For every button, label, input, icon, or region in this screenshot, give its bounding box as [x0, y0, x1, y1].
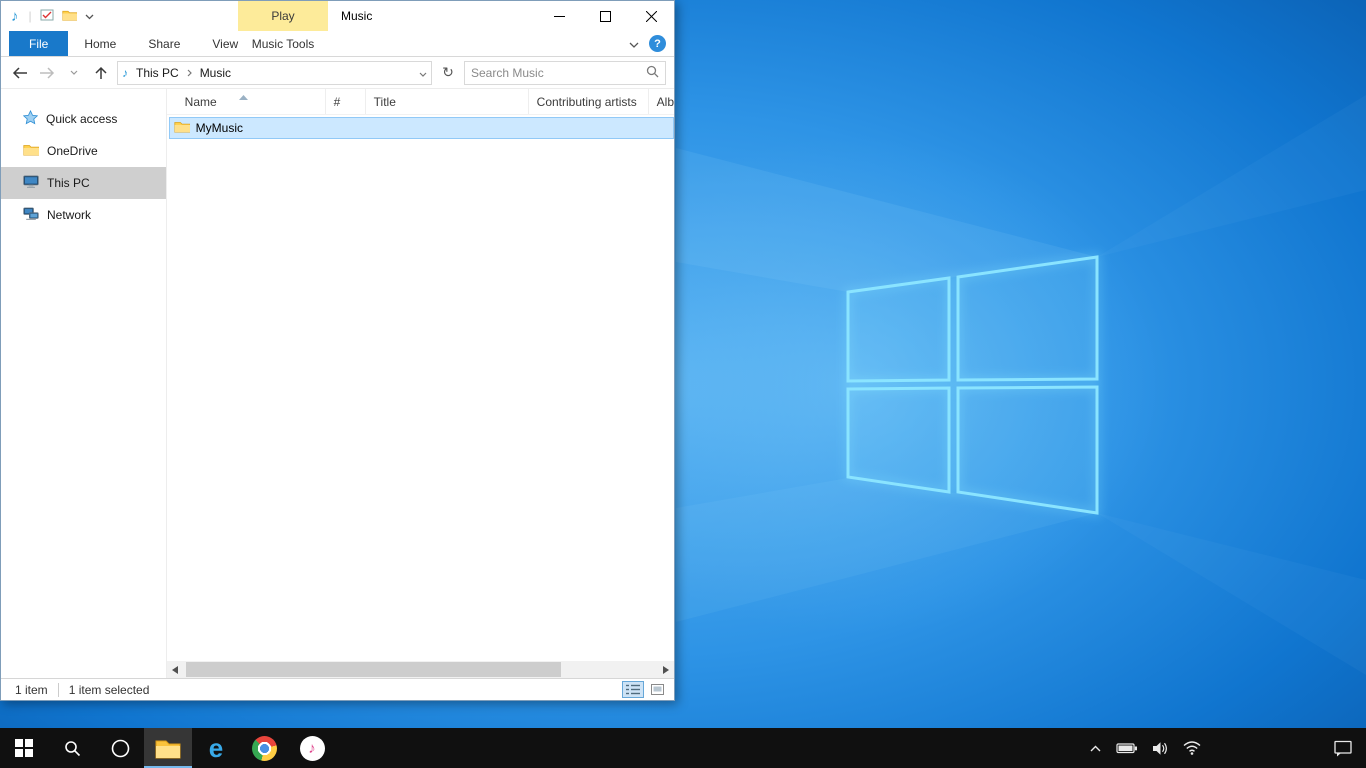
qat-new-folder-icon[interactable]	[62, 9, 77, 24]
tab-home[interactable]: Home	[68, 31, 132, 56]
sidebar-item-label: Quick access	[46, 112, 117, 126]
network-icon	[23, 207, 39, 224]
window-title: Music	[341, 1, 372, 31]
title-bar[interactable]: ♪ | Play Music	[1, 1, 674, 31]
tab-share[interactable]: Share	[132, 31, 196, 56]
horizontal-scrollbar[interactable]	[167, 661, 674, 678]
sidebar-item-quick-access[interactable]: Quick access	[1, 103, 166, 135]
taskbar-itunes-button[interactable]: ♪	[288, 728, 336, 768]
details-view-button[interactable]	[622, 681, 644, 698]
scroll-right-arrow[interactable]	[657, 661, 674, 678]
network-wifi-icon[interactable]	[1176, 728, 1208, 768]
sidebar-item-onedrive[interactable]: OneDrive	[1, 135, 166, 167]
search-box[interactable]	[464, 61, 666, 85]
edge-icon: e	[209, 735, 223, 761]
contextual-tab-header: Play	[238, 1, 328, 31]
breadcrumb-chevron-icon[interactable]	[187, 66, 192, 80]
refresh-button[interactable]: ↻	[437, 61, 459, 85]
action-center-icon[interactable]	[1320, 728, 1366, 768]
minimize-button[interactable]	[536, 1, 582, 31]
qat-customize-chevron-icon[interactable]	[85, 9, 94, 23]
file-name: MyMusic	[196, 121, 243, 135]
cortana-icon	[111, 739, 130, 758]
back-button[interactable]	[9, 62, 31, 84]
windows-logo-icon	[15, 739, 33, 757]
sidebar-item-label: OneDrive	[47, 144, 98, 158]
address-dropdown-chevron-icon[interactable]	[419, 66, 427, 80]
chrome-icon	[252, 736, 277, 761]
recent-locations-chevron-icon[interactable]	[63, 62, 85, 84]
taskbar-edge-button[interactable]: e	[192, 728, 240, 768]
volume-icon[interactable]	[1145, 728, 1176, 768]
file-list-pane: Name # Title Contributing artists Alb My…	[167, 89, 674, 678]
ribbon-tabs: File Home Share View Music Tools ?	[1, 31, 674, 57]
sort-ascending-icon	[239, 89, 248, 103]
itunes-icon: ♪	[300, 736, 325, 761]
column-headers: Name # Title Contributing artists Alb	[167, 89, 674, 115]
sidebar-item-label: Network	[47, 208, 91, 222]
file-row-mymusic[interactable]: MyMusic	[169, 117, 674, 139]
star-icon	[23, 110, 38, 128]
hidden-icons-chevron-icon[interactable]	[1082, 728, 1109, 768]
column-header-title[interactable]: Title	[366, 89, 529, 114]
music-note-icon: ♪	[11, 8, 19, 25]
close-button[interactable]	[628, 1, 674, 31]
sidebar-item-label: This PC	[47, 176, 90, 190]
selection-count: 1 item selected	[69, 683, 150, 697]
taskbar-file-explorer-button[interactable]	[144, 728, 192, 768]
computer-icon	[23, 175, 39, 192]
logo-pane-top-right	[958, 257, 1097, 380]
separator: |	[29, 9, 32, 23]
search-icon	[64, 740, 81, 757]
system-tray	[1082, 728, 1366, 768]
taskbar: e ♪	[0, 728, 1366, 768]
forward-button[interactable]	[36, 62, 58, 84]
help-button[interactable]: ?	[649, 35, 666, 52]
column-header-contributing-artists[interactable]: Contributing artists	[529, 89, 649, 114]
navigation-pane: Quick access OneDrive This PC	[1, 89, 167, 678]
file-list[interactable]: MyMusic	[167, 115, 674, 661]
logo-pane-bottom-right	[958, 387, 1097, 513]
scroll-left-arrow[interactable]	[167, 661, 184, 678]
battery-icon[interactable]	[1109, 728, 1145, 768]
qat-properties-icon[interactable]	[40, 9, 54, 24]
onedrive-folder-icon	[23, 143, 39, 159]
tab-file[interactable]: File	[9, 31, 68, 56]
file-explorer-icon	[155, 738, 181, 759]
breadcrumb-this-pc[interactable]: This PC	[132, 64, 183, 82]
sidebar-item-this-pc[interactable]: This PC	[1, 167, 166, 199]
column-header-album[interactable]: Alb	[649, 89, 674, 114]
search-icon[interactable]	[646, 65, 659, 81]
breadcrumb-music[interactable]: Music	[196, 64, 235, 82]
address-toolbar: ♪ This PC Music ↻	[1, 57, 674, 89]
scrollbar-thumb[interactable]	[186, 662, 561, 677]
divider	[58, 683, 59, 697]
column-header-number[interactable]: #	[326, 89, 366, 114]
cortana-button[interactable]	[96, 728, 144, 768]
address-bar[interactable]: ♪ This PC Music	[117, 61, 432, 85]
logo-pane-top-left	[848, 278, 949, 381]
large-icons-view-button[interactable]	[646, 681, 668, 698]
status-bar: 1 item 1 item selected	[1, 678, 674, 700]
up-button[interactable]	[90, 62, 112, 84]
desktop: ♪ | Play Music	[0, 0, 1366, 768]
taskbar-chrome-button[interactable]	[240, 728, 288, 768]
tab-music-tools[interactable]: Music Tools	[238, 31, 328, 56]
location-music-icon: ♪	[122, 66, 128, 80]
start-button[interactable]	[0, 728, 48, 768]
sidebar-item-network[interactable]: Network	[1, 199, 166, 231]
expand-ribbon-chevron-icon[interactable]	[629, 37, 639, 51]
folder-icon	[174, 120, 190, 136]
taskbar-search-button[interactable]	[48, 728, 96, 768]
item-count: 1 item	[15, 683, 48, 697]
file-explorer-window: ♪ | Play Music	[0, 0, 675, 701]
search-input[interactable]	[471, 66, 646, 80]
logo-pane-bottom-left	[848, 388, 949, 492]
maximize-button[interactable]	[582, 1, 628, 31]
quick-access-toolbar: |	[29, 9, 94, 24]
